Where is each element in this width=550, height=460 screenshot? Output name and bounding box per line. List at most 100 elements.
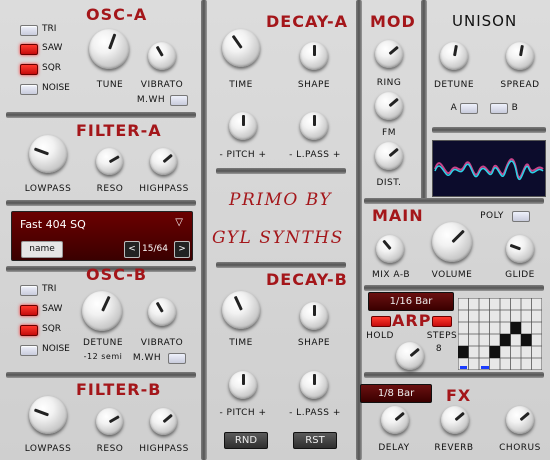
arp-rate-selector[interactable]: 1/16 Bar (368, 292, 454, 311)
osc-a-tri-toggle[interactable] (20, 25, 38, 36)
arp-steps-value: 8 (435, 344, 443, 354)
unison-b-toggle[interactable] (490, 103, 508, 114)
preset-dropdown-icon[interactable]: ▽ (175, 217, 183, 228)
fx-chorus-knob[interactable] (506, 406, 534, 434)
filter-a-lowpass-label: LOWPASS (24, 184, 72, 194)
mod-ring-label: RING (376, 78, 402, 88)
poly-toggle[interactable] (512, 211, 530, 222)
osc-a-saw-toggle[interactable] (20, 44, 38, 55)
osc-b-vibrato-label: VIBRATO (140, 338, 184, 348)
decay-a-pitch-knob[interactable] (229, 112, 257, 140)
decay-b-lpass-label: - L.PASS + (289, 408, 341, 418)
random-button[interactable]: RND (224, 432, 268, 449)
main-volume-knob[interactable] (432, 222, 472, 262)
decay-b-pitch-label: - PITCH + (219, 408, 267, 418)
brand-line-2: GYL SYNTHS (212, 228, 344, 248)
arp-toggle-right[interactable] (432, 316, 452, 327)
filter-a-highpass-knob[interactable] (150, 148, 177, 175)
mod-ring-knob[interactable] (375, 40, 403, 68)
decay-a-time-knob[interactable] (222, 29, 260, 67)
decay-a-lpass-label: - L.PASS + (289, 150, 341, 160)
osc-b-sqr-label: SQR (42, 324, 62, 334)
arp-title: ARP (392, 311, 432, 330)
filter-a-reso-label: RESO (96, 184, 124, 194)
osc-a-vibrato-knob[interactable] (148, 42, 176, 70)
osc-a-sqr-toggle[interactable] (20, 64, 38, 75)
decay-b-lpass-knob[interactable] (300, 371, 328, 399)
osc-b-sqr-toggle[interactable] (20, 325, 38, 336)
filter-a-highpass-label: HIGHPASS (139, 184, 189, 194)
decay-b-shape-knob[interactable] (300, 302, 328, 330)
osc-a-tri-label: TRI (42, 24, 57, 34)
fx-rate-selector[interactable]: 1/8 Bar (360, 384, 432, 403)
unison-spread-label: SPREAD (500, 80, 540, 90)
filter-a-reso-knob[interactable] (96, 148, 123, 175)
preset-next-button[interactable]: > (174, 241, 190, 258)
decay-b-pitch-knob[interactable] (229, 371, 257, 399)
osc-a-tune-label: TUNE (96, 80, 124, 90)
reset-button[interactable]: RST (293, 432, 337, 449)
preset-name: Fast 404 SQ (20, 218, 86, 231)
divider (6, 200, 196, 206)
fx-delay-knob[interactable] (381, 406, 409, 434)
divider (364, 285, 544, 291)
divider (216, 168, 346, 174)
osc-a-noise-label: NOISE (42, 83, 70, 93)
main-glide-knob[interactable] (506, 235, 534, 263)
divider (432, 127, 546, 133)
divider (421, 0, 427, 200)
fx-reverb-knob[interactable] (441, 406, 469, 434)
divider (216, 262, 346, 268)
filter-a-lowpass-knob[interactable] (29, 135, 67, 173)
unison-detune-knob[interactable] (440, 42, 468, 70)
mod-dist-knob[interactable] (375, 142, 403, 170)
preset-prev-button[interactable]: < (124, 241, 140, 258)
decay-b-time-knob[interactable] (222, 291, 260, 329)
poly-label: POLY (480, 211, 504, 221)
filter-b-title: FILTER-B (76, 380, 162, 399)
osc-a-mwh-toggle[interactable] (170, 95, 188, 106)
waveform-display (432, 140, 546, 197)
unison-a-toggle[interactable] (460, 103, 478, 114)
arp-step-grid[interactable] (458, 298, 542, 370)
osc-a-vibrato-label: VIBRATO (140, 80, 184, 90)
decay-b-time-label: TIME (229, 338, 253, 348)
osc-b-vibrato-knob[interactable] (148, 298, 176, 326)
filter-b-highpass-label: HIGHPASS (139, 444, 189, 454)
osc-b-detune-knob[interactable] (82, 291, 122, 331)
decay-a-shape-label: SHAPE (297, 80, 331, 90)
preset-name-button[interactable]: name (21, 241, 63, 258)
osc-b-tri-label: TRI (42, 284, 57, 294)
decay-a-lpass-knob[interactable] (300, 112, 328, 140)
osc-b-saw-label: SAW (42, 304, 63, 314)
fx-delay-label: DELAY (378, 443, 410, 453)
osc-a-mwh-label: M.WH (136, 95, 166, 105)
mod-dist-label: DIST. (376, 178, 402, 188)
mod-title: MOD (370, 12, 416, 31)
osc-b-tri-toggle[interactable] (20, 285, 38, 296)
osc-b-noise-toggle[interactable] (20, 345, 38, 356)
osc-b-mwh-toggle[interactable] (168, 353, 186, 364)
divider (6, 112, 196, 118)
filter-b-lowpass-knob[interactable] (29, 396, 67, 434)
preset-counter: 15/64 (142, 244, 168, 254)
decay-a-time-label: TIME (229, 80, 253, 90)
unison-spread-knob[interactable] (506, 42, 534, 70)
osc-a-noise-toggle[interactable] (20, 84, 38, 95)
filter-b-highpass-knob[interactable] (150, 408, 177, 435)
arp-steps-knob[interactable] (396, 342, 424, 370)
mod-fm-label: FM (382, 128, 396, 138)
osc-b-saw-toggle[interactable] (20, 305, 38, 316)
arp-toggle-left[interactable] (371, 316, 391, 327)
arp-steps-label: STEPS (426, 331, 458, 341)
arp-hold-label: HOLD (366, 331, 394, 341)
brand-line-1: PRIMO BY (229, 190, 333, 210)
osc-a-tune-knob[interactable] (89, 29, 129, 69)
main-mix-knob[interactable] (376, 235, 404, 263)
osc-b-detune-label: DETUNE (82, 338, 124, 348)
filter-b-lowpass-label: LOWPASS (24, 444, 72, 454)
decay-a-shape-knob[interactable] (300, 42, 328, 70)
unison-detune-label: DETUNE (433, 80, 475, 90)
filter-b-reso-knob[interactable] (96, 408, 123, 435)
mod-fm-knob[interactable] (375, 92, 403, 120)
